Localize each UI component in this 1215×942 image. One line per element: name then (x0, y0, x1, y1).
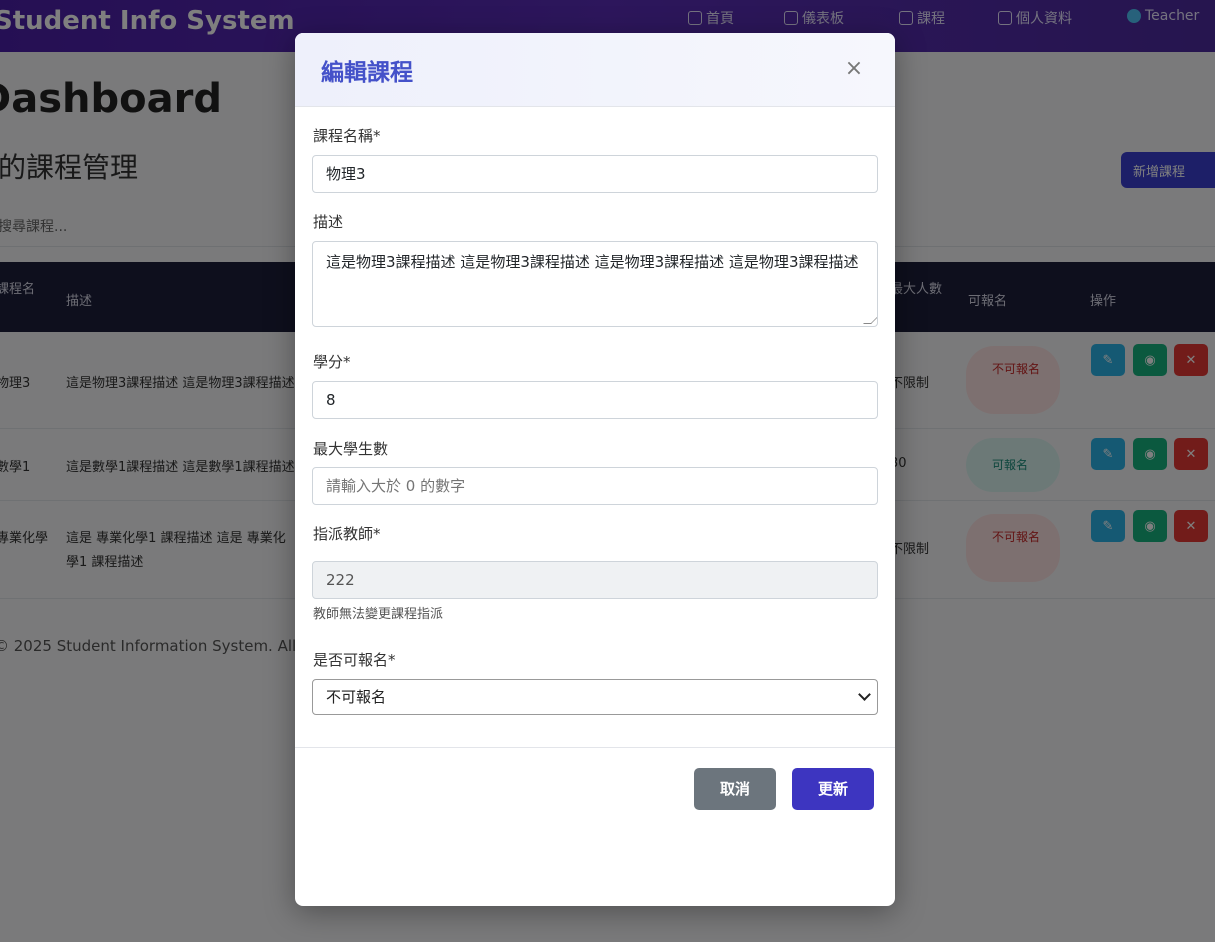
edit-course-modal: 編輯課程 × 課程名稱* 物理3 描述 這是物理3課程描述 這是物理3課程描述 … (295, 33, 895, 906)
modal-footer-divider (295, 747, 895, 748)
close-icon[interactable]: × (844, 57, 864, 81)
enroll-select[interactable]: 不可報名 (312, 679, 878, 715)
max-students-label: 最大學生數 (313, 440, 389, 458)
course-name-label: 課程名稱* (313, 127, 381, 145)
description-label: 描述 (313, 213, 344, 231)
cancel-button[interactable]: 取消 (694, 768, 776, 810)
enroll-selected-value: 不可報名 (326, 688, 387, 706)
chevron-down-icon (858, 688, 871, 701)
update-button[interactable]: 更新 (792, 768, 874, 810)
modal-title: 編輯課程 (321, 60, 413, 86)
credits-input[interactable]: 8 (312, 381, 878, 419)
course-name-input[interactable]: 物理3 (312, 155, 878, 193)
teacher-help-text: 教師無法變更課程指派 (313, 607, 444, 622)
teacher-input: 222 (312, 561, 878, 599)
max-students-input[interactable]: 請輸入大於 0 的數字 (312, 467, 878, 505)
credits-label: 學分* (313, 353, 351, 371)
enroll-label: 是否可報名* (313, 651, 396, 669)
modal-header: 編輯課程 × (295, 33, 895, 107)
description-text: 這是物理3課程描述 這是物理3課程描述 這是物理3課程描述 這是物理3課程描述 (326, 253, 859, 271)
teacher-label: 指派教師* (313, 525, 381, 543)
resize-handle-icon[interactable] (863, 316, 877, 324)
description-textarea[interactable]: 這是物理3課程描述 這是物理3課程描述 這是物理3課程描述 這是物理3課程描述 (312, 241, 878, 327)
